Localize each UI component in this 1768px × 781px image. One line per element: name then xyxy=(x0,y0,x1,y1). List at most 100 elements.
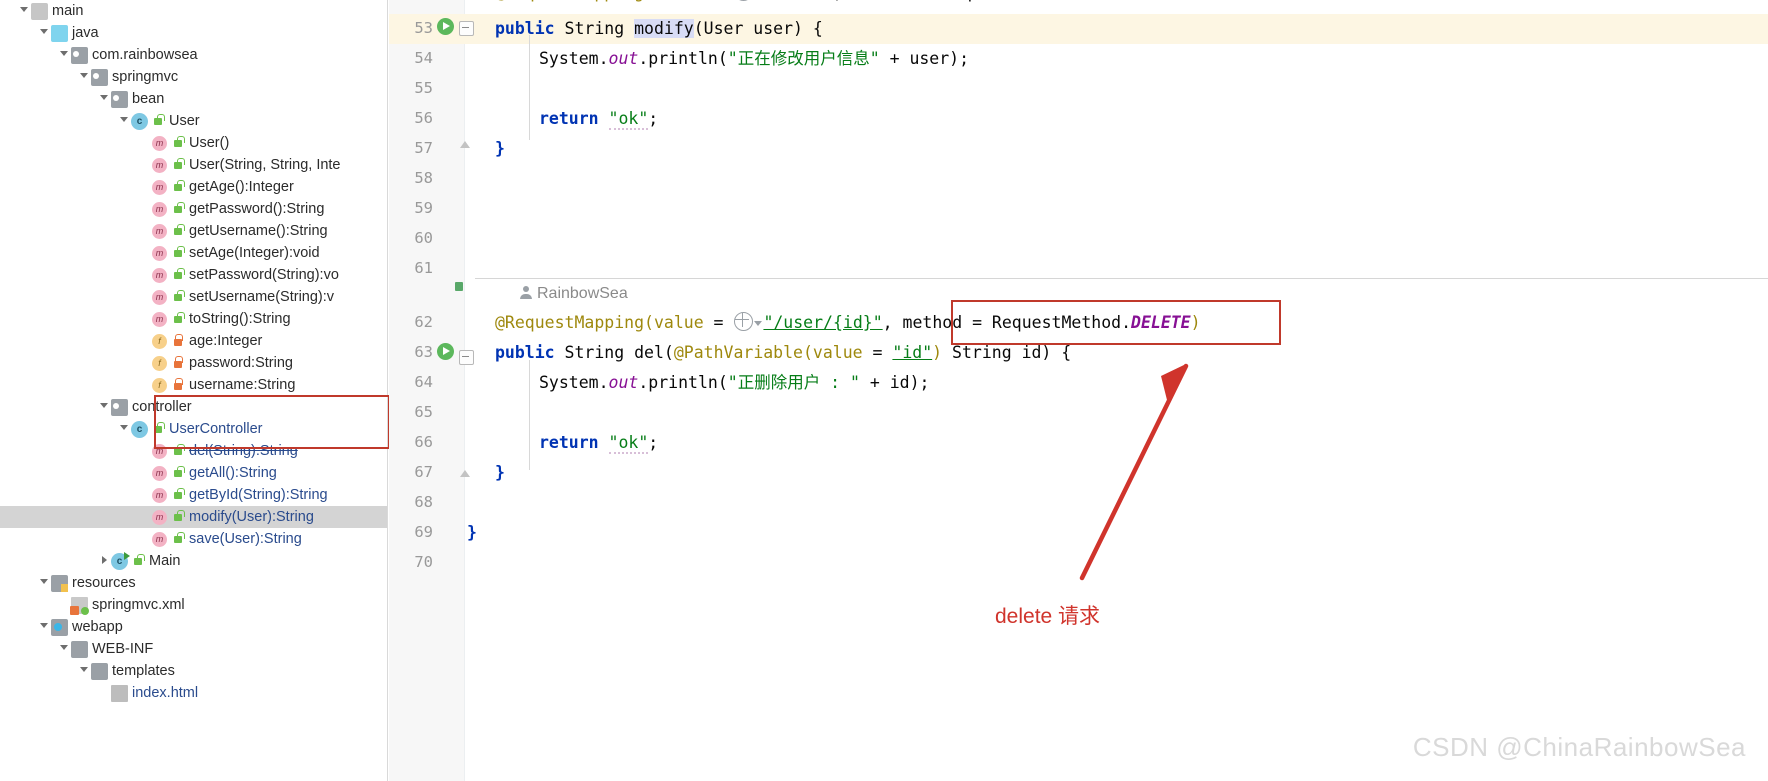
line-number-68: 68 xyxy=(414,493,433,511)
tree-item-del-string-string[interactable]: m del(String):String xyxy=(0,440,388,462)
web-globe-icon[interactable] xyxy=(734,0,754,1)
tree-item-getage-integer[interactable]: m getAge():Integer xyxy=(0,176,388,198)
gutter-divider xyxy=(464,0,465,781)
token-url-user-id[interactable]: "/user/{id}" xyxy=(763,313,882,332)
token-plus-user: + user); xyxy=(879,49,970,68)
tree-item-springmvc[interactable]: springmvc xyxy=(0,66,388,88)
token-pv-id[interactable]: "id" xyxy=(892,343,932,362)
vcs-change-marker[interactable] xyxy=(455,282,463,291)
project-tree-panel[interactable]: main java com.rainbowsea springmvc bean c User… xyxy=(0,0,388,781)
run-method-icon-del[interactable] xyxy=(437,343,455,361)
tree-item-setpassword-string-vo[interactable]: m setPassword(String):vo xyxy=(0,264,388,286)
tree-item-user[interactable]: c User xyxy=(0,110,388,132)
fold-expand-icon-67[interactable] xyxy=(459,468,472,481)
tree-item-getusername-string[interactable]: m getUsername():String xyxy=(0,220,388,242)
tree-toggle-open-icon[interactable] xyxy=(98,88,111,110)
token-pathvariable-annotation: @PathVariable xyxy=(673,343,803,362)
tree-item-user-[interactable]: m User() xyxy=(0,132,388,154)
fold-expand-icon-57[interactable] xyxy=(459,139,472,152)
tree-toggle-open-icon[interactable] xyxy=(98,396,111,418)
code-author-hint[interactable]: RainbowSea xyxy=(519,285,628,303)
code-line-64[interactable]: System.out.println("正删除用户 : " + id); xyxy=(539,368,929,398)
code-line-66[interactable]: return "ok"; xyxy=(539,428,658,458)
tree-item-webapp[interactable]: webapp xyxy=(0,616,388,638)
tree-item-main[interactable]: main xyxy=(0,0,388,22)
code-line-69[interactable]: } xyxy=(467,518,477,548)
token-eq-3: = xyxy=(703,313,734,332)
tree-item-label: index.html xyxy=(132,685,199,701)
tree-item-label: getAge():Integer xyxy=(189,179,294,195)
code-line-67[interactable]: } xyxy=(495,458,505,488)
tree-item-resources[interactable]: resources xyxy=(0,572,388,594)
public-lock-icon xyxy=(132,554,145,568)
fold-collapse-icon-53[interactable] xyxy=(459,21,474,36)
tree-item-com-rainbowsea[interactable]: com.rainbowsea xyxy=(0,44,388,66)
tree-item-tostring-string[interactable]: m toString():String xyxy=(0,308,388,330)
tree-toggle-open-icon[interactable] xyxy=(38,22,51,44)
fold-collapse-icon-63[interactable] xyxy=(459,350,474,365)
tree-item-getall-string[interactable]: m getAll():String xyxy=(0,462,388,484)
token-eq2: = RequestMethod. xyxy=(912,0,1081,2)
tree-toggle-open-icon[interactable] xyxy=(18,0,31,22)
tree-item-password-string[interactable]: f password:String xyxy=(0,352,388,374)
token-method-key-2: method = RequestMethod. xyxy=(902,313,1132,332)
tree-item-setage-integer-void[interactable]: m setAge(Integer):void xyxy=(0,242,388,264)
code-line-54[interactable]: System.out.println("正在修改用户信息" + user); xyxy=(539,44,969,74)
tree-item-index-html[interactable]: index.html xyxy=(0,682,388,704)
chevron-down-icon-2[interactable] xyxy=(754,321,763,326)
code-line-57[interactable]: } xyxy=(495,134,505,164)
tree-item-modify-user-string[interactable]: m modify(User):String xyxy=(0,506,388,528)
tree-item-main[interactable]: c Main xyxy=(0,550,388,572)
private-lock-icon xyxy=(172,378,184,392)
tree-item-label: modify(User):String xyxy=(189,509,314,525)
token-url-user[interactable]: "/user" xyxy=(763,0,833,2)
public-lock-icon xyxy=(172,444,185,458)
meth-icon: m xyxy=(152,157,167,173)
code-line-62[interactable]: @RequestMapping(value = "/user/{id}", me… xyxy=(495,308,1201,338)
code-line-52[interactable]: @RequestMapping(value = "/user", method … xyxy=(495,0,1121,8)
token-requestmapping-annotation-2: @RequestMapping xyxy=(495,313,645,332)
code-line-63[interactable]: public String del(@PathVariable(value = … xyxy=(495,338,1071,368)
tree-item-controller[interactable]: controller xyxy=(0,396,388,418)
tree-toggle-open-icon[interactable] xyxy=(118,418,131,440)
tree-toggle-open-icon[interactable] xyxy=(58,44,71,66)
token-string-del-msg: "正删除用户 : " xyxy=(727,373,860,392)
tree-toggle-open-icon[interactable] xyxy=(38,616,51,638)
public-lock-icon xyxy=(172,224,185,238)
tree-item-save-user-string[interactable]: m save(User):String xyxy=(0,528,388,550)
tree-item-username-string[interactable]: f username:String xyxy=(0,374,388,396)
tree-item-setusername-string-v[interactable]: m setUsername(String):v xyxy=(0,286,388,308)
cls-icon: c xyxy=(131,420,148,438)
tree-item-java[interactable]: java xyxy=(0,22,388,44)
tree-item-springmvc-xml[interactable]: springmvc.xml xyxy=(0,594,388,616)
tree-toggle-open-icon[interactable] xyxy=(118,110,131,132)
tree-item-getpassword-string[interactable]: m getPassword():String xyxy=(0,198,388,220)
tree-toggle-closed-icon[interactable] xyxy=(98,550,111,572)
code-line-56[interactable]: return "ok"; xyxy=(539,104,658,134)
tree-item-label: User(String, String, Inte xyxy=(189,157,341,173)
tree-item-web-inf[interactable]: WEB-INF xyxy=(0,638,388,660)
tree-item-label: WEB-INF xyxy=(92,641,154,657)
code-line-53[interactable]: public String modify(User user) { xyxy=(495,14,823,44)
token-return-2: return xyxy=(539,433,599,452)
web-globe-icon-2[interactable] xyxy=(734,312,754,331)
tree-toggle-open-icon[interactable] xyxy=(58,638,71,660)
tree-item-label: getPassword():String xyxy=(189,201,325,217)
tree-item-getbyid-string-string[interactable]: m getById(String):String xyxy=(0,484,388,506)
tree-item-bean[interactable]: bean xyxy=(0,88,388,110)
tree-item-templates[interactable]: templates xyxy=(0,660,388,682)
tree-toggle-open-icon[interactable] xyxy=(78,66,91,88)
run-method-icon-modify[interactable] xyxy=(437,18,455,36)
tree-toggle-open-icon[interactable] xyxy=(78,660,91,682)
tree-item-usercontroller[interactable]: c UserController xyxy=(0,418,388,440)
line-number-69: 69 xyxy=(414,523,433,541)
tree-item-age-integer[interactable]: f age:Integer xyxy=(0,330,388,352)
tree-item-user-string-string-inte[interactable]: m User(String, String, Inte xyxy=(0,154,388,176)
token-paren-close-3: ) xyxy=(932,343,943,362)
tree-toggle-open-icon[interactable] xyxy=(38,572,51,594)
code-editor[interactable]: @RequestMapping(value = "/user", method … xyxy=(389,0,1768,781)
private-lock-icon xyxy=(172,356,184,370)
